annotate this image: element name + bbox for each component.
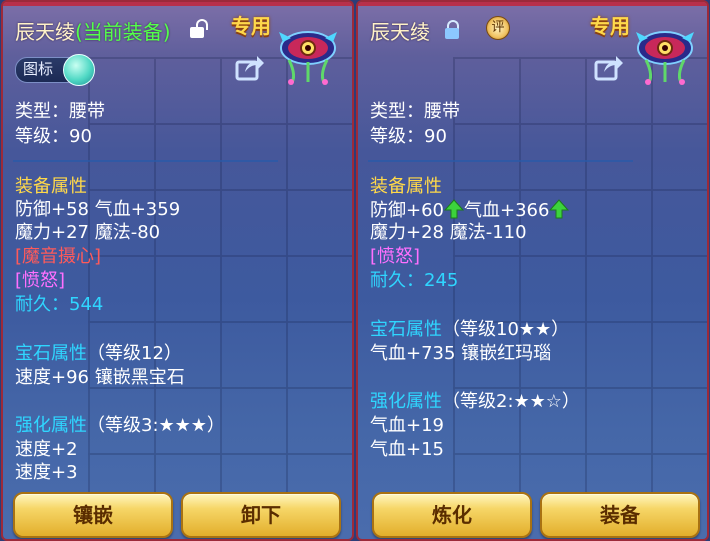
hp-value: 气血+366 xyxy=(464,200,550,221)
durability-line: 耐久：544 xyxy=(15,294,103,316)
panel-top-border xyxy=(3,2,352,6)
gem-heading-line: 宝石属性（等级10★★） xyxy=(370,319,569,341)
gem-level: （等级10★★） xyxy=(442,319,570,340)
icon-toggle[interactable]: 图标 xyxy=(15,54,95,86)
current-equip-tag: (当前装备) xyxy=(75,20,171,44)
refine-button[interactable]: 炼化 xyxy=(372,492,532,538)
share-icon[interactable] xyxy=(235,54,265,82)
special-skill: [魔音摄心] xyxy=(15,246,102,267)
attr-line-2: 魔力+28 魔法-110 xyxy=(370,222,527,243)
icon-toggle-label: 图标 xyxy=(23,60,54,78)
level-line: 等级：90 xyxy=(15,126,92,147)
exclusive-badge: 专用 xyxy=(231,14,271,38)
share-icon[interactable] xyxy=(594,54,624,82)
defense-value: 防御+60 xyxy=(370,200,444,221)
durability-value: 245 xyxy=(424,270,459,291)
arrow-up-icon xyxy=(444,199,464,219)
special-effect: [愤怒] xyxy=(370,246,421,267)
divider xyxy=(13,160,278,162)
enhance-line-2: 速度+3 xyxy=(15,462,78,483)
current-equipment-panel: 辰天绫(当前装备) 专用 图标 类型：腰带 等级：90 装备属性 防御+58 气… xyxy=(1,0,354,541)
durability-label: 耐久： xyxy=(370,270,424,291)
item-name: 辰天绫 xyxy=(15,20,75,44)
demon-mask-belt-icon xyxy=(279,31,337,85)
item-name: 辰天绫 xyxy=(370,20,430,44)
arrow-up-icon xyxy=(549,199,570,219)
durability-value: 544 xyxy=(69,294,104,315)
gem-line: 气血+735 镶嵌红玛瑙 xyxy=(370,343,552,364)
inventory-background xyxy=(453,57,707,497)
rating-badge[interactable]: 评 xyxy=(486,16,510,40)
item-title: 辰天绫 xyxy=(370,16,430,45)
equip-attr-heading: 装备属性 xyxy=(370,176,442,197)
locked-icon[interactable] xyxy=(444,20,460,40)
enhance-line-1: 气血+19 xyxy=(370,415,444,436)
durability-label: 耐久： xyxy=(15,294,69,315)
type-line: 类型：腰带 xyxy=(370,101,460,122)
enhance-heading-line: 强化属性（等级2:★★☆） xyxy=(370,391,580,413)
gem-heading-line: 宝石属性（等级12） xyxy=(15,343,182,365)
divider xyxy=(368,160,633,162)
toggle-knob xyxy=(63,54,95,86)
attr-line-2: 魔力+27 魔法-80 xyxy=(15,222,161,243)
unequip-button[interactable]: 卸下 xyxy=(181,492,341,538)
demon-mask-belt-icon xyxy=(636,31,694,85)
type-line: 类型：腰带 xyxy=(15,101,105,122)
unlocked-icon[interactable] xyxy=(189,19,208,39)
item-title: 辰天绫(当前装备) xyxy=(15,16,171,45)
enhance-heading: 强化属性 xyxy=(370,391,442,412)
special-effect: [愤怒] xyxy=(15,270,66,291)
exclusive-badge: 专用 xyxy=(590,14,630,38)
durability-line: 耐久：245 xyxy=(370,270,458,292)
inlay-button[interactable]: 镶嵌 xyxy=(13,492,173,538)
gem-line: 速度+96 镶嵌黑宝石 xyxy=(15,367,185,388)
attr-line-1: 防御+60 气血+366 xyxy=(370,199,570,222)
equip-button[interactable]: 装备 xyxy=(540,492,700,538)
compared-equipment-panel: 辰天绫 评 专用 类型：腰带 等级：90 装备属性 防御+60 气血+366 魔力… xyxy=(356,0,709,541)
enhance-level: （等级3:★★★） xyxy=(87,415,225,436)
enhance-line-1: 速度+2 xyxy=(15,439,78,460)
gem-heading: 宝石属性 xyxy=(15,343,87,364)
enhance-heading: 强化属性 xyxy=(15,415,87,436)
gem-level: （等级12） xyxy=(87,343,182,364)
enhance-level: （等级2:★★☆） xyxy=(442,391,580,412)
attr-line-1: 防御+58 气血+359 xyxy=(15,199,181,220)
gem-heading: 宝石属性 xyxy=(370,319,442,340)
level-line: 等级：90 xyxy=(370,126,447,147)
equip-attr-heading: 装备属性 xyxy=(15,176,87,197)
enhance-line-2: 气血+15 xyxy=(370,439,444,460)
panel-top-border xyxy=(358,2,707,6)
enhance-heading-line: 强化属性（等级3:★★★） xyxy=(15,415,225,437)
